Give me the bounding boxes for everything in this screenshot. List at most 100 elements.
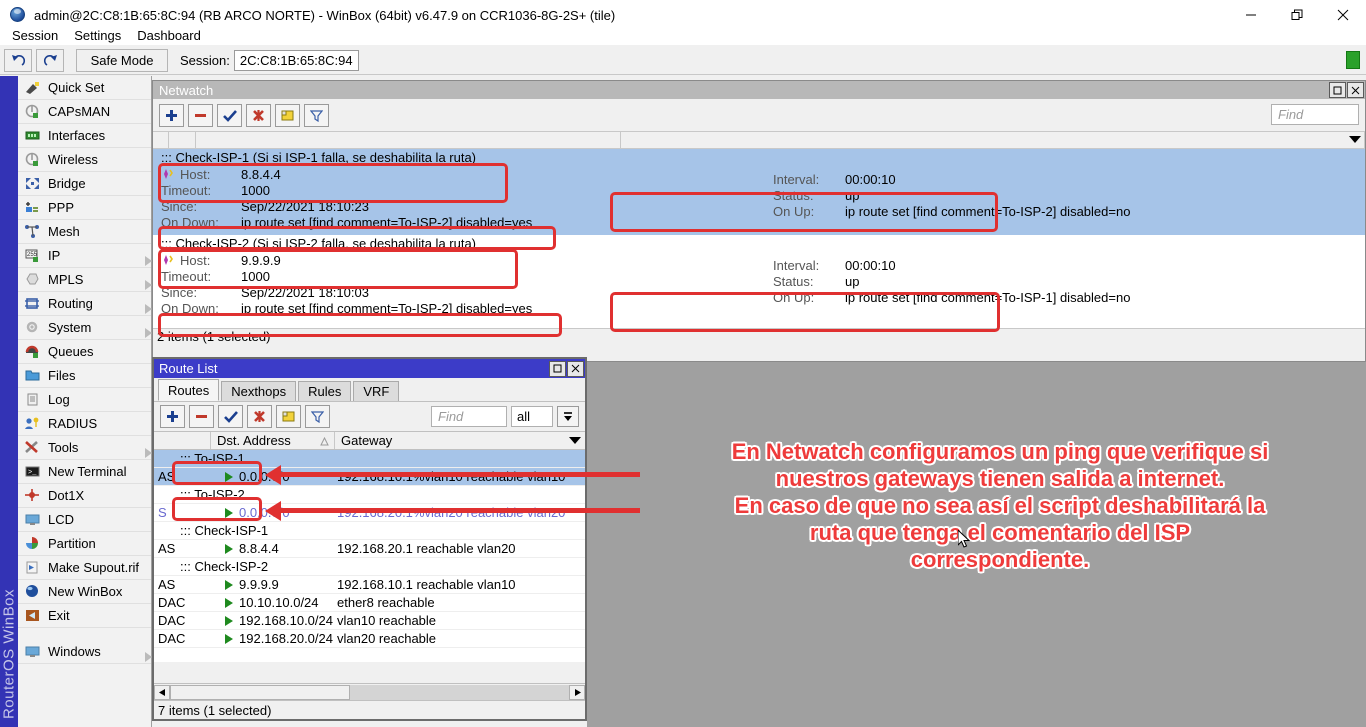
sidebar-item-files[interactable]: Files	[18, 364, 151, 388]
menu-dashboard[interactable]: Dashboard	[129, 27, 209, 44]
table-row[interactable]: DAC 192.168.10.0/24 vlan10 reachable	[154, 612, 585, 630]
timeout-value: 1000	[241, 183, 270, 198]
route-list-filter-dropdown-icon[interactable]	[557, 406, 579, 427]
sidebar-item-queues[interactable]: Queues	[18, 340, 151, 364]
safe-mode-button[interactable]: Safe Mode	[76, 49, 168, 72]
menu-settings[interactable]: Settings	[66, 27, 129, 44]
remove-icon[interactable]	[188, 104, 213, 127]
maximize-icon[interactable]	[549, 361, 566, 377]
netwatch-window: Netwatch	[152, 80, 1366, 362]
tab-routes[interactable]: Routes	[158, 379, 219, 401]
mpls-icon	[22, 271, 42, 289]
sidebar-item-quick-set[interactable]: Quick Set	[18, 76, 151, 100]
table-row[interactable]: AS 8.8.4.4 192.168.20.1 reachable vlan20	[154, 540, 585, 558]
interfaces-icon	[22, 127, 42, 145]
column-flags[interactable]	[154, 432, 211, 449]
table-row[interactable]: DAC 192.168.20.0/24 vlan20 reachable	[154, 630, 585, 648]
sidebar-item-new-winbox[interactable]: New WinBox	[18, 580, 151, 604]
redo-icon[interactable]	[36, 49, 64, 72]
route-list-find-input[interactable]: Find	[431, 406, 507, 427]
sidebar-item-bridge[interactable]: Bridge	[18, 172, 151, 196]
table-row[interactable]: AS 0.0.0.0/0 192.168.10.1%vlan10 reachab…	[154, 468, 585, 486]
enable-icon[interactable]	[217, 104, 242, 127]
tab-vrf[interactable]: VRF	[353, 381, 399, 401]
sidebar-item-log[interactable]: Log	[18, 388, 151, 412]
sidebar-label: Mesh	[48, 224, 80, 239]
routing-icon	[22, 295, 42, 313]
sidebar-item-partition[interactable]: Partition	[18, 532, 151, 556]
comment-icon[interactable]	[276, 405, 301, 428]
table-row[interactable]: ::: Check-ISP-1	[154, 522, 585, 540]
sidebar-item-mpls[interactable]: MPLS	[18, 268, 151, 292]
scroll-right-icon[interactable]	[569, 685, 585, 700]
table-row[interactable]: ::: Check-ISP-2	[154, 558, 585, 576]
session-value[interactable]: 2C:C8:1B:65:8C:94	[234, 50, 359, 71]
sidebar-item-radius[interactable]: RADIUS	[18, 412, 151, 436]
sidebar-item-make-supout[interactable]: Make Supout.rif	[18, 556, 151, 580]
disable-icon[interactable]	[247, 405, 272, 428]
table-row[interactable]: AS 9.9.9.9 192.168.10.1 reachable vlan10	[154, 576, 585, 594]
table-row[interactable]: DAC 10.10.10.0/24 ether8 reachable	[154, 594, 585, 612]
table-row[interactable]: ::: To-ISP-1	[154, 450, 585, 468]
enable-icon[interactable]	[218, 405, 243, 428]
route-list-filter-select[interactable]: all	[511, 406, 553, 427]
chevron-right-icon	[139, 443, 145, 453]
netwatch-entry[interactable]: ::: Check-ISP-2 (Si si ISP-2 falla, se d…	[153, 235, 1365, 321]
tab-rules[interactable]: Rules	[298, 381, 351, 401]
sidebar-item-dot1x[interactable]: Dot1X	[18, 484, 151, 508]
column-dst-address[interactable]: Dst. Address	[211, 432, 335, 449]
sidebar-item-ppp[interactable]: PPP	[18, 196, 151, 220]
sidebar-item-routing[interactable]: Routing	[18, 292, 151, 316]
sidebar-item-capsman[interactable]: CAPsMAN	[18, 100, 151, 124]
sidebar-item-exit[interactable]: Exit	[18, 604, 151, 628]
add-icon[interactable]	[160, 405, 185, 428]
sidebar-item-interfaces[interactable]: Interfaces	[18, 124, 151, 148]
route-gateway: ether8 reachable	[335, 595, 585, 610]
interval-value: 00:00:10	[845, 172, 896, 187]
column-gateway[interactable]: Gateway	[335, 432, 585, 449]
sidebar-item-mesh[interactable]: Mesh	[18, 220, 151, 244]
sidebar-item-windows[interactable]: Windows	[18, 640, 151, 664]
undo-icon[interactable]	[4, 49, 32, 72]
sidebar-item-new-terminal[interactable]: >_ New Terminal	[18, 460, 151, 484]
scroll-track[interactable]	[350, 685, 569, 700]
scroll-left-icon[interactable]	[154, 685, 170, 700]
route-active-icon	[225, 580, 233, 590]
filter-icon[interactable]	[304, 104, 329, 127]
route-list-tabs: Routes Nexthops Rules VRF	[154, 378, 585, 401]
table-row[interactable]: S 0.0.0.0/0 192.168.20.1%vlan20 reachabl…	[154, 504, 585, 522]
menu-session[interactable]: Session	[4, 27, 66, 44]
disable-icon[interactable]	[246, 104, 271, 127]
netwatch-entry[interactable]: ::: Check-ISP-1 (Si si ISP-1 falla, se d…	[153, 149, 1365, 235]
sidebar-label: Tools	[48, 440, 78, 455]
sidebar-item-ip[interactable]: 255 IP	[18, 244, 151, 268]
close-icon[interactable]	[567, 361, 584, 377]
remove-icon[interactable]	[189, 405, 214, 428]
chevron-right-icon	[139, 299, 145, 309]
since-label: Since:	[153, 199, 223, 214]
filter-icon[interactable]	[305, 405, 330, 428]
netwatch-entry-timeout-row: Timeout: 1000	[153, 182, 1365, 198]
on-down-label: On Down:	[153, 301, 223, 316]
sidebar-item-wireless[interactable]: Wireless	[18, 148, 151, 172]
timeout-label: Timeout:	[153, 269, 223, 284]
sidebar-item-tools[interactable]: Tools	[18, 436, 151, 460]
maximize-icon[interactable]	[1329, 82, 1346, 98]
sidebar-item-system[interactable]: System	[18, 316, 151, 340]
route-dst: 192.168.20.0/24	[211, 631, 335, 646]
route-gateway: 192.168.10.1%vlan10 reachable vlan10	[335, 469, 585, 484]
sidebar-item-lcd[interactable]: LCD	[18, 508, 151, 532]
close-icon[interactable]	[1347, 82, 1364, 98]
scroll-thumb[interactable]	[170, 685, 350, 700]
route-active-icon	[225, 472, 233, 482]
netwatch-find-input[interactable]: Find	[1271, 104, 1359, 125]
route-list-horizontal-scrollbar[interactable]	[154, 683, 585, 700]
chevron-down-icon[interactable]	[1349, 136, 1361, 143]
main-toolbar: Safe Mode Session: 2C:C8:1B:65:8C:94	[0, 46, 1366, 75]
tab-nexthops[interactable]: Nexthops	[221, 381, 296, 401]
comment-icon[interactable]	[275, 104, 300, 127]
sidebar-label: PPP	[48, 200, 74, 215]
add-icon[interactable]	[159, 104, 184, 127]
table-row[interactable]: ::: To-ISP-2	[154, 486, 585, 504]
chevron-down-icon[interactable]	[569, 437, 581, 444]
